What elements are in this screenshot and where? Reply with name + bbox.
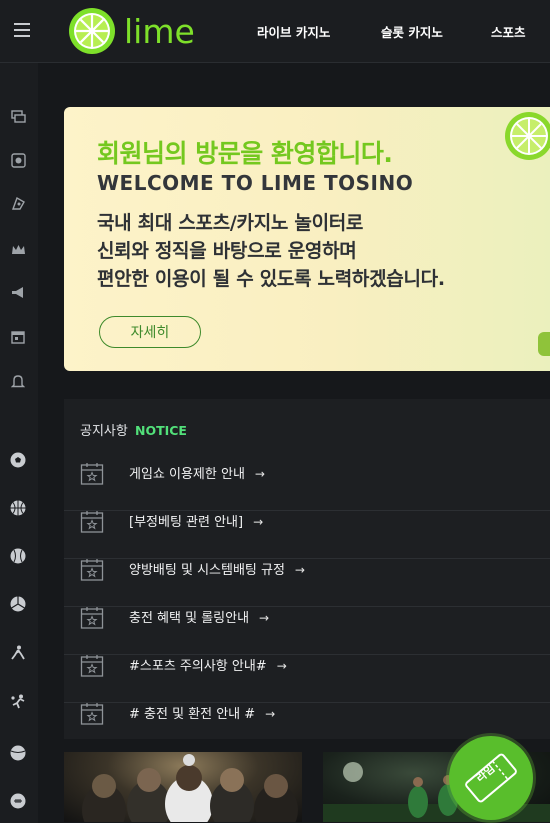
nav-live-casino[interactable]: 라이브 카지노 xyxy=(257,22,330,41)
money-icon[interactable] xyxy=(10,109,26,125)
calendar-star-icon xyxy=(80,559,104,581)
arrow-right-icon: → xyxy=(254,467,265,481)
notice-item[interactable]: # 충전 및 환전 안내 # → xyxy=(64,690,550,738)
lime-slice-icon xyxy=(505,112,550,160)
calendar-star-icon xyxy=(80,607,104,629)
banner-desc-line: 국내 최대 스포츠/카지노 놀이터로 xyxy=(97,212,364,234)
volleyball-icon[interactable] xyxy=(10,596,26,612)
notice-item[interactable]: #스포츠 주의사항 안내# → xyxy=(64,642,550,690)
calendar-icon[interactable] xyxy=(10,329,26,345)
notice-heading: 공지사항 NOTICE xyxy=(80,420,187,439)
hamburger-menu-icon[interactable] xyxy=(14,19,36,41)
tennis-icon[interactable] xyxy=(10,745,26,761)
banner-description: 국내 최대 스포츠/카지노 놀이터로 신뢰와 정직을 바탕으로 운영하며 편안한… xyxy=(97,209,445,293)
promo-banner-players[interactable] xyxy=(64,752,302,822)
handball-icon[interactable] xyxy=(10,694,26,710)
notice-title: # 충전 및 환전 안내 # xyxy=(129,707,256,722)
banner-desc-line: 편안한 이용이 될 수 있도록 노력하겠습니다. xyxy=(97,268,445,290)
top-header: lime 라이브 카지노 슬롯 카지노 스포츠 xyxy=(0,0,550,63)
notice-label-en: NOTICE xyxy=(134,423,187,438)
banner-title: 회원님의 방문을 환영합니다. xyxy=(97,139,393,168)
hockey-icon[interactable] xyxy=(10,645,26,661)
notice-board: 공지사항 NOTICE 게임쇼 이용제한 안내 → [부정베팅 관련 안내] → 양… xyxy=(64,399,550,739)
notice-item[interactable]: [부정베팅 관련 안내] → xyxy=(64,498,550,546)
crown-icon[interactable] xyxy=(10,241,26,257)
notice-title: 양방배팅 및 시스템배팅 규정 xyxy=(129,563,285,578)
nav-sports[interactable]: 스포츠 xyxy=(491,22,526,41)
notice-title: #스포츠 주의사항 안내# xyxy=(129,659,267,674)
banner-decoration xyxy=(538,332,550,356)
basketball-icon[interactable] xyxy=(10,500,26,516)
arrow-right-icon: → xyxy=(259,611,270,625)
arrow-right-icon: → xyxy=(253,515,264,529)
arrow-right-icon: → xyxy=(276,659,287,673)
banner-desc-line: 신뢰와 정직을 바탕으로 운영하며 xyxy=(97,240,357,262)
baseball-icon[interactable] xyxy=(10,548,26,564)
arrow-right-icon: → xyxy=(265,707,276,721)
calendar-star-icon xyxy=(80,463,104,485)
notice-item[interactable]: 게임쇼 이용제한 안내 → xyxy=(64,450,550,498)
players-image xyxy=(82,754,298,822)
banner-subtitle: WELCOME TO LIME TOSINO xyxy=(97,171,414,195)
banner-detail-button[interactable]: 자세히 xyxy=(99,316,201,348)
notice-label: 공지사항 xyxy=(80,424,128,439)
lime-logo-icon xyxy=(69,8,115,54)
lime-float-button[interactable]: 라임 xyxy=(449,736,533,820)
nav-slot-casino[interactable]: 슬롯 카지노 xyxy=(381,22,443,41)
casino-chip-icon[interactable] xyxy=(10,152,26,168)
calendar-star-icon xyxy=(80,655,104,677)
notice-title: 충전 혜택 및 롤링안내 xyxy=(129,611,250,626)
calendar-star-icon xyxy=(80,703,104,725)
soccer-icon[interactable] xyxy=(10,452,26,468)
notice-title: 게임쇼 이용제한 안내 xyxy=(129,467,245,482)
left-sidebar xyxy=(0,63,38,823)
arrow-right-icon: → xyxy=(294,563,305,577)
notice-title: [부정베팅 관련 안내] xyxy=(129,515,244,530)
brand-logo[interactable]: lime xyxy=(68,6,195,56)
welcome-banner: 회원님의 방문을 환영합니다. WELCOME TO LIME TOSINO 국… xyxy=(64,107,550,371)
brand-name: lime xyxy=(124,11,195,51)
mini-game-icon[interactable] xyxy=(10,195,26,211)
megaphone-icon[interactable] xyxy=(10,284,26,300)
bell-icon[interactable] xyxy=(10,373,26,389)
calendar-star-icon xyxy=(80,511,104,533)
notice-item[interactable]: 양방배팅 및 시스템배팅 규정 → xyxy=(64,546,550,594)
notice-item[interactable]: 충전 혜택 및 롤링안내 → xyxy=(64,594,550,642)
american-football-icon[interactable] xyxy=(10,793,26,809)
